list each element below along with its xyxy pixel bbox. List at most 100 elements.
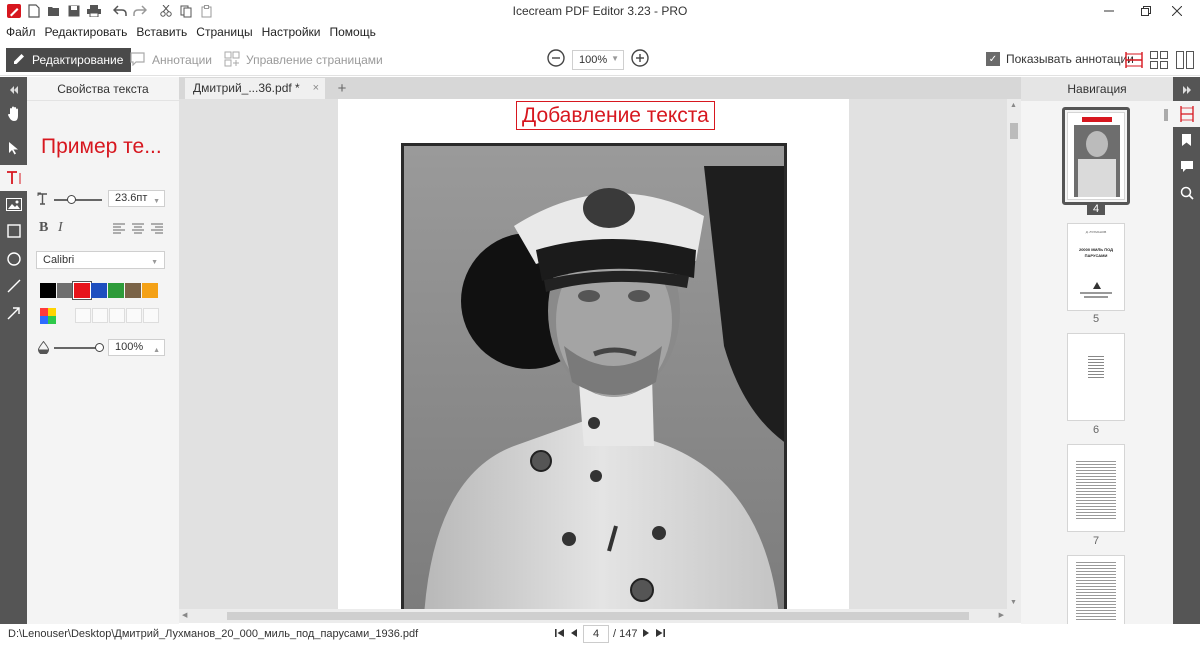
menu-insert[interactable]: Вставить: [136, 22, 192, 42]
chevron-down-icon: ▼: [611, 53, 619, 63]
italic-button[interactable]: I: [58, 220, 63, 236]
scroll-left-icon[interactable]: ◀: [182, 611, 187, 619]
opacity-value: 100%: [115, 341, 144, 353]
line-tool-icon[interactable]: [0, 273, 27, 299]
comments-icon[interactable]: [1173, 153, 1200, 179]
color-swatch[interactable]: [73, 282, 91, 299]
vertical-scroll-thumb[interactable]: [1010, 123, 1018, 139]
scroll-down-icon[interactable]: ▼: [1010, 599, 1017, 606]
scroll-right-icon[interactable]: ▶: [999, 611, 1004, 619]
align-center-icon[interactable]: [132, 223, 144, 237]
font-size-slider-handle[interactable]: [67, 195, 76, 204]
close-tab-icon[interactable]: ×: [313, 78, 319, 99]
zoom-controls: 100% ▼: [546, 48, 650, 71]
last-page-icon[interactable]: [655, 628, 666, 641]
page-thumbnail-8[interactable]: [1067, 555, 1125, 625]
opacity-slider-handle[interactable]: [95, 343, 104, 352]
total-pages: / 147: [613, 628, 638, 640]
page-number-6: 6: [1092, 424, 1100, 436]
ellipse-tool-icon[interactable]: [0, 246, 27, 272]
font-family-select[interactable]: Calibri ▼: [36, 251, 165, 269]
first-page-icon[interactable]: [555, 628, 565, 641]
color-swatch[interactable]: [40, 283, 56, 298]
select-tool-icon[interactable]: [0, 135, 27, 161]
menu-settings[interactable]: Настройки: [262, 22, 326, 42]
pages-mode-label: Управление страницами: [246, 53, 383, 67]
checkbox-checked-icon[interactable]: ✓: [986, 52, 1000, 66]
page-navigator: 4 / 147: [555, 625, 666, 643]
page-thumbnail-7[interactable]: [1067, 444, 1125, 532]
double-page-view-icon[interactable]: [1175, 50, 1195, 70]
show-annotations-toggle[interactable]: ✓ Показывать аннотации: [986, 52, 1134, 66]
image-tool-icon[interactable]: [0, 191, 27, 217]
navigation-scrollbar[interactable]: [1162, 101, 1172, 621]
text-tool-icon[interactable]: [0, 165, 27, 191]
horizontal-scrollbar[interactable]: ◀ ▶: [179, 609, 1021, 623]
bold-button[interactable]: B: [39, 220, 48, 236]
custom-color-slot[interactable]: [109, 308, 125, 323]
arrow-tool-icon[interactable]: [0, 300, 27, 326]
horizontal-scroll-thumb[interactable]: [227, 612, 969, 620]
font-size-icon: [37, 192, 50, 208]
edit-mode-button[interactable]: Редактирование: [6, 48, 132, 72]
document-canvas: Добавление текста: [179, 99, 1021, 609]
font-size-input[interactable]: 23.6пт ▼: [108, 190, 165, 207]
window-title: Icecream PDF Editor 3.23 - PRO: [512, 4, 688, 18]
document-tab[interactable]: Дмитрий_...36.pdf * ×: [185, 78, 325, 99]
added-text-box[interactable]: Добавление текста: [516, 101, 715, 130]
current-page-input[interactable]: 4: [583, 625, 609, 643]
menu-bar: Файл Редактировать Вставить Страницы Нас…: [0, 22, 385, 42]
custom-color-slot[interactable]: [143, 308, 159, 323]
previous-page-icon[interactable]: [569, 628, 579, 641]
new-tab-button[interactable]: +: [331, 78, 353, 99]
color-swatch[interactable]: [91, 283, 107, 298]
menu-edit[interactable]: Редактировать: [45, 22, 133, 42]
collapse-right-panel-button[interactable]: [1173, 77, 1200, 103]
single-page-view-icon[interactable]: [1124, 50, 1144, 70]
align-left-icon[interactable]: [113, 223, 125, 237]
menu-pages[interactable]: Страницы: [196, 22, 257, 42]
page-thumbnail-5[interactable]: Д. ЛУХМАНОВ 20000 МИЛЬ ПОД ПАРУСАМИ: [1067, 223, 1125, 311]
next-page-icon[interactable]: [641, 628, 651, 641]
page-number-4: 4: [1087, 203, 1105, 215]
color-swatch[interactable]: [108, 283, 124, 298]
collapse-left-panel-button[interactable]: [0, 77, 27, 103]
pencil-icon: [12, 52, 26, 69]
bookmark-icon[interactable]: [1173, 127, 1200, 153]
search-icon[interactable]: [1173, 180, 1200, 206]
chevron-down-icon: ▼: [151, 259, 158, 266]
font-size-value: 23.6пт: [115, 192, 148, 204]
font-size-slider[interactable]: [54, 199, 102, 201]
zoom-value: 100%: [579, 53, 608, 66]
hand-tool-icon[interactable]: [0, 101, 27, 127]
chevron-down-icon: ▼: [153, 198, 160, 205]
zoom-in-icon[interactable]: [630, 48, 650, 71]
custom-color-slot[interactable]: [92, 308, 108, 323]
pages-mode-button[interactable]: Управление страницами: [218, 48, 391, 72]
opacity-slider[interactable]: [54, 347, 99, 349]
scroll-up-icon[interactable]: ▲: [1010, 102, 1017, 109]
zoom-select[interactable]: 100% ▼: [572, 49, 624, 70]
status-bar: D:\Lenouser\Desktop\Дмитрий_Лухманов_20_…: [0, 624, 1200, 645]
thumbnail-book-title: 20000 МИЛЬ ПОД ПАРУСАМИ: [1078, 247, 1114, 258]
close-window-button[interactable]: [1154, 0, 1200, 22]
menu-help[interactable]: Помощь: [329, 22, 380, 42]
page-thumbnail-6[interactable]: [1067, 333, 1125, 421]
align-right-icon[interactable]: [151, 223, 163, 237]
navigation-scroll-thumb[interactable]: [1164, 109, 1168, 121]
opacity-input[interactable]: 100% ▲: [108, 339, 165, 356]
navigation-pages-icon[interactable]: [1173, 101, 1200, 127]
color-swatch[interactable]: [57, 283, 73, 298]
annotations-mode-button[interactable]: Аннотации: [124, 48, 220, 72]
grid-view-icon[interactable]: [1149, 50, 1169, 70]
color-swatch[interactable]: [125, 283, 141, 298]
rectangle-tool-icon[interactable]: [0, 218, 27, 244]
color-picker-icon[interactable]: [40, 308, 56, 327]
custom-color-slot[interactable]: [126, 308, 142, 323]
page-thumbnail-4[interactable]: [1067, 112, 1125, 200]
vertical-scrollbar[interactable]: ▲ ▼: [1007, 99, 1021, 609]
menu-file[interactable]: Файл: [6, 22, 41, 42]
custom-color-slot[interactable]: [75, 308, 91, 323]
color-swatch[interactable]: [142, 283, 158, 298]
zoom-out-icon[interactable]: [546, 48, 566, 71]
